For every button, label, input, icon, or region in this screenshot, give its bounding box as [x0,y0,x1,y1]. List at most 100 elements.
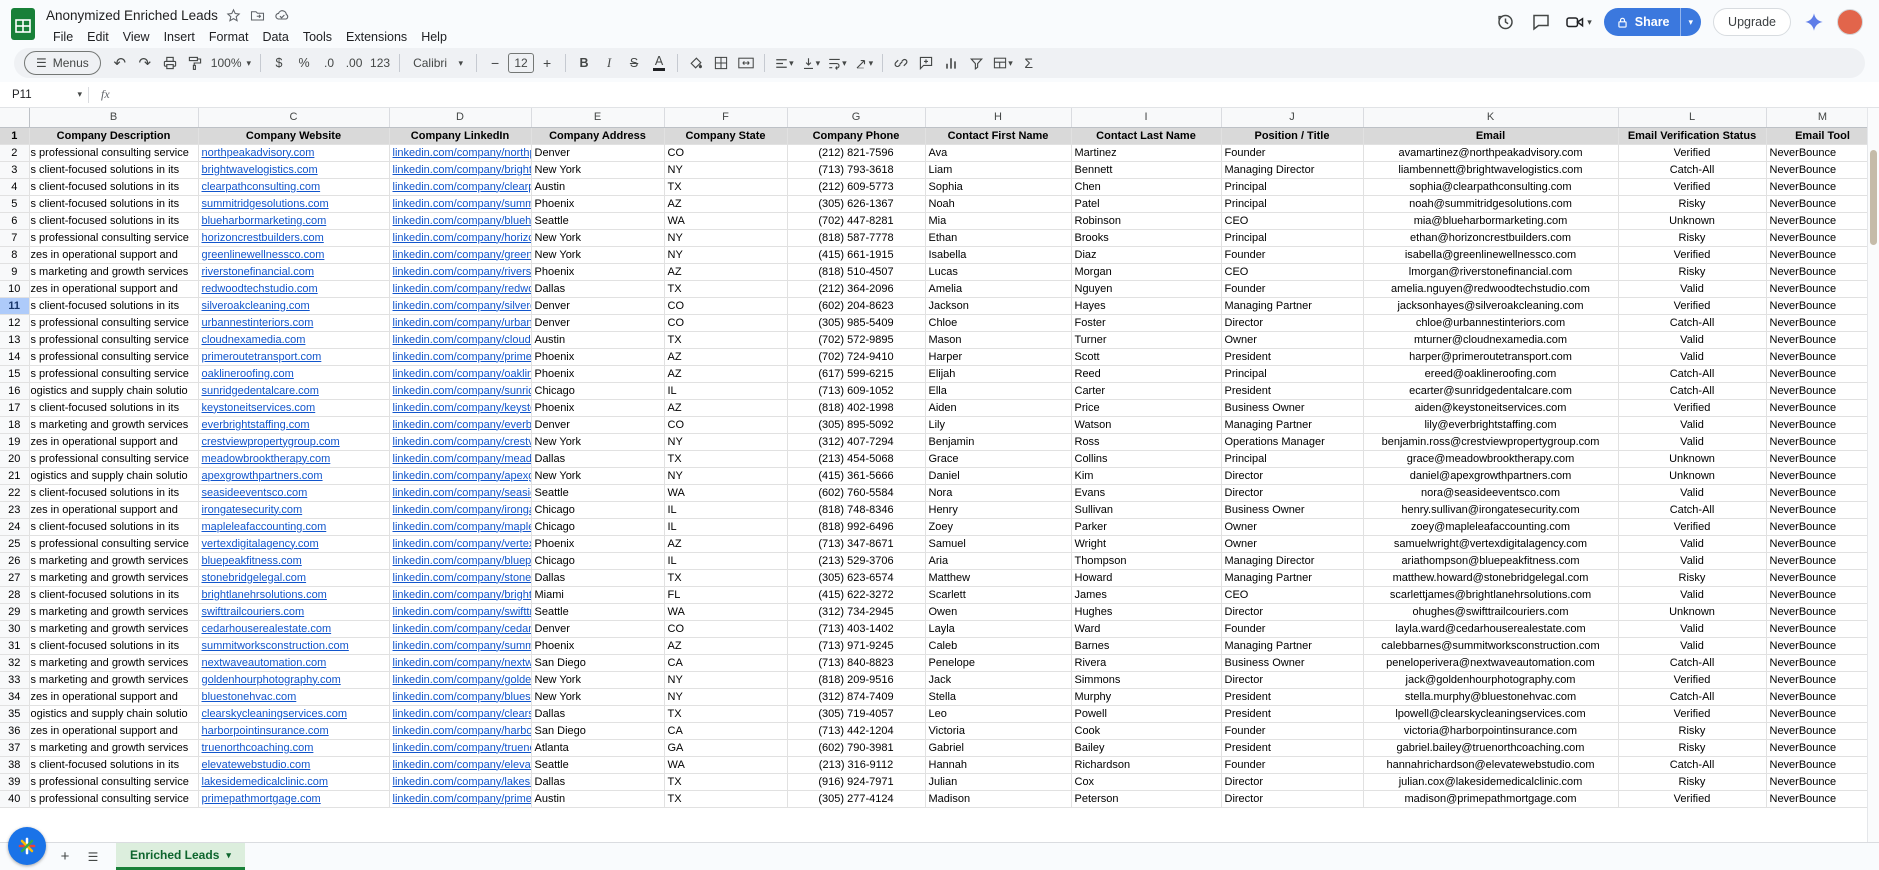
cell-position-title[interactable]: Founder [1221,620,1364,638]
cell-email-tool[interactable]: NeverBounce [1766,280,1879,298]
cell-company-linkedin[interactable]: linkedin.com/company/brightwavelogistics [389,161,532,179]
cell-email[interactable]: hannahrichardson@elevatewebstudio.com [1363,756,1619,774]
cell-email-tool[interactable]: NeverBounce [1766,195,1879,213]
row-header[interactable]: 12 [0,314,30,332]
insert-chart-button[interactable] [939,51,963,75]
cell-company-state[interactable]: IL [664,552,788,570]
cell-contact-last-name[interactable]: Turner [1071,331,1222,349]
cell-contact-last-name[interactable]: Wright [1071,535,1222,553]
cell-company-phone[interactable]: (312) 874-7409 [787,688,926,706]
row-header[interactable]: 14 [0,348,30,366]
cell-position-title[interactable]: Founder [1221,756,1364,774]
upgrade-button[interactable]: Upgrade [1713,8,1791,36]
cell-email-tool[interactable]: NeverBounce [1766,603,1879,621]
cell-email-tool[interactable]: NeverBounce [1766,586,1879,604]
cell-company-description[interactable]: s professional consulting service [29,773,199,791]
cell-contact-last-name[interactable]: Bennett [1071,161,1222,179]
cell-contact-first-name[interactable]: Samuel [925,535,1072,553]
cell-email-verification-status[interactable]: Catch-All [1618,688,1767,706]
cell-contact-last-name[interactable]: Brooks [1071,229,1222,247]
cell-contact-last-name[interactable]: Howard [1071,569,1222,587]
cell-company-website[interactable]: greenlinewellnessco.com [198,246,390,264]
cell-company-website[interactable]: bluepeakfitness.com [198,552,390,570]
row-header[interactable]: 13 [0,331,30,349]
horizontal-align-button[interactable]: ▾ [771,51,797,75]
cell-company-state[interactable]: NY [664,161,788,179]
cell-company-description[interactable]: s marketing and growth services [29,654,199,672]
row-header[interactable]: 38 [0,756,30,774]
cell-email-tool[interactable]: NeverBounce [1766,722,1879,740]
cell-email-tool[interactable]: NeverBounce [1766,756,1879,774]
cell-email-tool[interactable]: NeverBounce [1766,399,1879,417]
cell-email-tool[interactable]: NeverBounce [1766,739,1879,757]
cell-company-address[interactable]: Dallas [531,450,665,468]
cell-email-verification-status[interactable]: Verified [1618,246,1767,264]
increase-decimal-button[interactable]: .00 [342,51,366,75]
menu-item[interactable]: Tools [296,28,339,46]
cell-company-linkedin[interactable]: linkedin.com/company/seasideeventsco [389,484,532,502]
cell-email-tool[interactable]: NeverBounce [1766,569,1879,587]
cell-company-phone[interactable]: (713) 793-3618 [787,161,926,179]
cell-contact-last-name[interactable]: Barnes [1071,637,1222,655]
cell-company-address[interactable]: Seattle [531,603,665,621]
cell-contact-first-name[interactable]: Ella [925,382,1072,400]
cell-email[interactable]: julian.cox@lakesidemedicalclinic.com [1363,773,1619,791]
cell-company-description[interactable]: s marketing and growth services [29,416,199,434]
row-header[interactable]: 8 [0,246,30,264]
name-box[interactable]: P11 ▾ [0,82,88,107]
row-header[interactable]: 17 [0,399,30,417]
cell-company-address[interactable]: Phoenix [531,399,665,417]
column-header[interactable]: L [1618,108,1767,128]
cell-position-title[interactable]: Principal [1221,365,1364,383]
cell-contact-last-name[interactable]: Diaz [1071,246,1222,264]
field-header-cell[interactable]: Company LinkedIn [389,127,532,145]
cell-position-title[interactable]: Principal [1221,229,1364,247]
cell-company-address[interactable]: Chicago [531,518,665,536]
cell-company-state[interactable]: NY [664,467,788,485]
column-header[interactable]: D [389,108,532,128]
cell-email[interactable]: noah@summitridgesolutions.com [1363,195,1619,213]
cell-contact-last-name[interactable]: Collins [1071,450,1222,468]
field-header-cell[interactable]: Position / Title [1221,127,1364,145]
cell-company-state[interactable]: TX [664,450,788,468]
cell-company-website[interactable]: seasideeventsco.com [198,484,390,502]
cell-company-state[interactable]: AZ [664,365,788,383]
cell-company-website[interactable]: silveroakcleaning.com [198,297,390,315]
cell-company-state[interactable]: WA [664,603,788,621]
cell-company-linkedin[interactable]: linkedin.com/company/clearskycleaningser… [389,705,532,723]
cell-email[interactable]: ereed@oaklineroofing.com [1363,365,1619,383]
cell-email[interactable]: henry.sullivan@irongatesecurity.com [1363,501,1619,519]
cell-company-phone[interactable]: (213) 529-3706 [787,552,926,570]
cell-email[interactable]: matthew.howard@stonebridgelegal.com [1363,569,1619,587]
cell-company-state[interactable]: IL [664,382,788,400]
cell-position-title[interactable]: Founder [1221,144,1364,162]
all-sheets-button[interactable]: ☰ [80,845,106,869]
cell-email[interactable]: ethan@horizoncrestbuilders.com [1363,229,1619,247]
cell-company-phone[interactable]: (818) 587-7778 [787,229,926,247]
cell-email-verification-status[interactable]: Unknown [1618,450,1767,468]
cell-company-address[interactable]: Denver [531,144,665,162]
cell-company-phone[interactable]: (713) 840-8823 [787,654,926,672]
cell-contact-last-name[interactable]: Scott [1071,348,1222,366]
cell-company-phone[interactable]: (415) 361-5666 [787,467,926,485]
cell-email-tool[interactable]: NeverBounce [1766,790,1879,808]
cell-contact-last-name[interactable]: Cox [1071,773,1222,791]
cell-company-description[interactable]: s client-focused solutions in its [29,484,199,502]
cell-email[interactable]: daniel@apexgrowthpartners.com [1363,467,1619,485]
cell-email-tool[interactable]: NeverBounce [1766,450,1879,468]
cell-company-state[interactable]: NY [664,433,788,451]
cell-company-address[interactable]: Chicago [531,382,665,400]
create-filter-button[interactable] [964,51,988,75]
cell-company-address[interactable]: New York [531,688,665,706]
cell-company-phone[interactable]: (818) 402-1998 [787,399,926,417]
cell-company-website[interactable]: crestviewpropertygroup.com [198,433,390,451]
cell-company-linkedin[interactable]: linkedin.com/company/goldenhourphotograp… [389,671,532,689]
cell-email-verification-status[interactable]: Catch-All [1618,654,1767,672]
cell-contact-last-name[interactable]: Evans [1071,484,1222,502]
cell-contact-last-name[interactable]: Patel [1071,195,1222,213]
cell-email-tool[interactable]: NeverBounce [1766,654,1879,672]
cell-email[interactable]: peneloperivera@nextwaveautomation.com [1363,654,1619,672]
cell-company-website[interactable]: stonebridgelegal.com [198,569,390,587]
cell-company-description[interactable]: ogistics and supply chain solutio [29,705,199,723]
cell-company-description[interactable]: s client-focused solutions in its [29,399,199,417]
